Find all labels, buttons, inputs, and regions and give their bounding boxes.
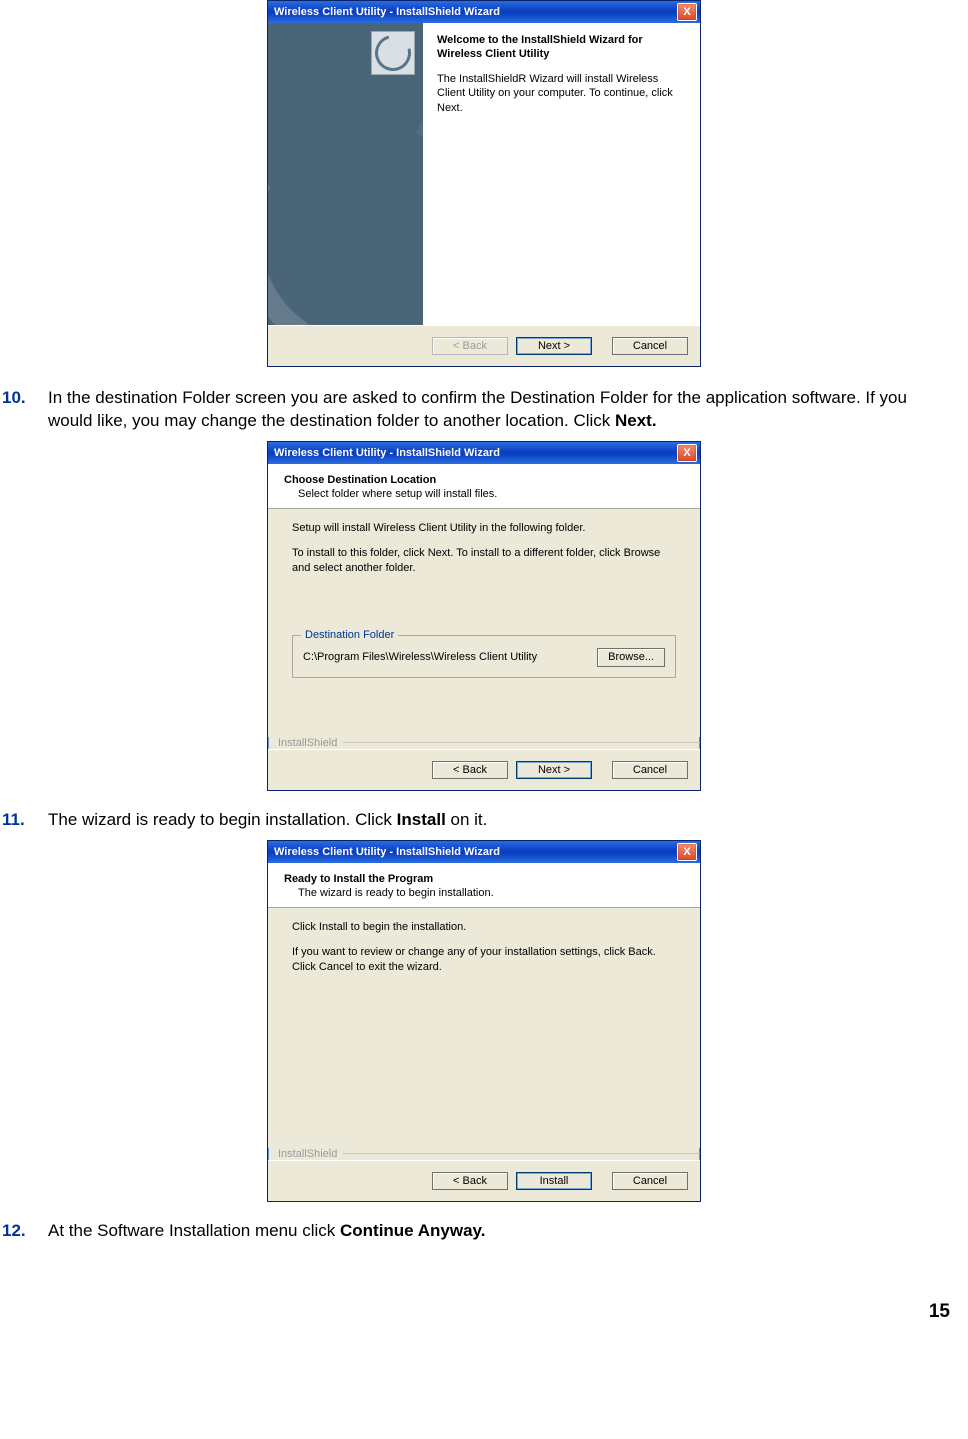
titlebar: Wireless Client Utility - InstallShield … (268, 841, 700, 863)
wizard-window: Wireless Client Utility - InstallShield … (267, 441, 701, 791)
body-paragraph: Click Install to begin the installation. (292, 920, 676, 935)
button-row: < Back Next > Cancel (268, 325, 700, 366)
browse-button[interactable]: Browse... (597, 648, 665, 667)
wizard-body: Setup will install Wireless Client Utili… (268, 509, 700, 737)
titlebar: Wireless Client Utility - InstallShield … (268, 442, 700, 464)
step-number: 12. (0, 1220, 48, 1243)
step-10: 10. In the destination Folder screen you… (0, 387, 948, 433)
installshield-logo-icon (371, 31, 415, 75)
installshield-text: InstallShield (278, 737, 337, 749)
figure-destination: Wireless Client Utility - InstallShield … (0, 441, 968, 791)
back-button: < Back (432, 337, 508, 355)
welcome-heading: Welcome to the InstallShield Wizard for … (437, 33, 686, 62)
step-text: At the Software Installation menu click … (48, 1220, 948, 1243)
button-row: < Back Next > Cancel (268, 749, 700, 790)
close-icon[interactable]: X (677, 3, 697, 21)
wizard-header: Choose Destination Location Select folde… (268, 464, 700, 509)
step-text: In the destination Folder screen you are… (48, 387, 948, 433)
wizard-header: Ready to Install the Program The wizard … (268, 863, 700, 908)
step-text-part: The wizard is ready to begin installatio… (48, 810, 397, 829)
step-text-part: In the destination Folder screen you are… (48, 388, 907, 430)
window-title: Wireless Client Utility - InstallShield … (274, 6, 677, 18)
header-subtitle: Select folder where setup will install f… (298, 488, 684, 500)
step-number: 10. (0, 387, 48, 433)
cancel-button[interactable]: Cancel (612, 761, 688, 779)
install-button[interactable]: Install (516, 1172, 592, 1190)
cancel-button[interactable]: Cancel (612, 1172, 688, 1190)
button-row: < Back Install Cancel (268, 1160, 700, 1201)
wizard-body: Welcome to the InstallShield Wizard for … (268, 23, 700, 325)
wizard-body: Click Install to begin the installation.… (268, 908, 700, 1148)
wizard-window: Wireless Client Utility - InstallShield … (267, 840, 701, 1202)
step-text-bold: Next. (615, 411, 657, 430)
welcome-paragraph: The InstallShieldR Wizard will install W… (437, 72, 686, 117)
wizard-sidebar-graphic (268, 23, 423, 325)
step-text-part: on it. (446, 810, 488, 829)
titlebar: Wireless Client Utility - InstallShield … (268, 1, 700, 23)
destination-folder-group: Destination Folder C:\Program Files\Wire… (292, 635, 676, 678)
step-11: 11. The wizard is ready to begin install… (0, 809, 948, 832)
cancel-button[interactable]: Cancel (612, 337, 688, 355)
installshield-text: InstallShield (278, 1148, 337, 1160)
header-title: Ready to Install the Program (284, 873, 684, 885)
header-subtitle: The wizard is ready to begin installatio… (298, 887, 684, 899)
header-title: Choose Destination Location (284, 474, 684, 486)
step-text-bold: Install (397, 810, 446, 829)
body-paragraph: If you want to review or change any of y… (292, 945, 676, 975)
destination-path: C:\Program Files\Wireless\Wireless Clien… (303, 650, 587, 665)
body-paragraph: Setup will install Wireless Client Utili… (292, 521, 676, 536)
next-button[interactable]: Next > (516, 761, 592, 779)
window-title: Wireless Client Utility - InstallShield … (274, 447, 677, 459)
back-button[interactable]: < Back (432, 761, 508, 779)
close-icon[interactable]: X (677, 444, 697, 462)
step-text-part: At the Software Installation menu click (48, 1221, 340, 1240)
next-button[interactable]: Next > (516, 337, 592, 355)
figure-welcome: Wireless Client Utility - InstallShield … (0, 0, 968, 367)
wizard-window: Wireless Client Utility - InstallShield … (267, 0, 701, 367)
installshield-label: InstallShield (268, 737, 700, 749)
back-button[interactable]: < Back (432, 1172, 508, 1190)
step-number: 11. (0, 809, 48, 832)
page-number: 15 (0, 1251, 968, 1323)
wizard-content: Welcome to the InstallShield Wizard for … (423, 23, 700, 325)
installshield-label: InstallShield (268, 1148, 700, 1160)
step-text: The wizard is ready to begin installatio… (48, 809, 948, 832)
close-icon[interactable]: X (677, 843, 697, 861)
figure-ready-install: Wireless Client Utility - InstallShield … (0, 840, 968, 1202)
step-text-bold: Continue Anyway. (340, 1221, 485, 1240)
window-title: Wireless Client Utility - InstallShield … (274, 846, 677, 858)
step-12: 12. At the Software Installation menu cl… (0, 1220, 948, 1243)
group-legend: Destination Folder (301, 628, 398, 643)
body-paragraph: To install to this folder, click Next. T… (292, 546, 676, 576)
